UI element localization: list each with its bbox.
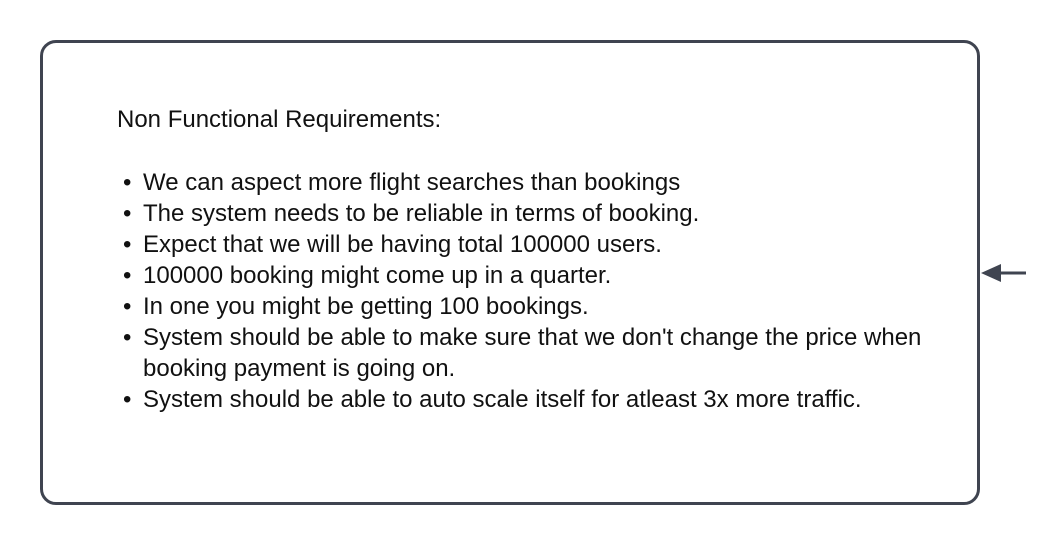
connector-arrowhead — [981, 264, 1001, 282]
list-item: • System should be able to auto scale it… — [123, 384, 943, 415]
bullet-icon: • — [123, 262, 132, 289]
list-item: • We can aspect more flight searches tha… — [123, 167, 943, 198]
requirements-list: • We can aspect more flight searches tha… — [123, 167, 943, 415]
bullet-icon: • — [123, 324, 132, 351]
requirement-text: 100000 booking might come up in a quarte… — [143, 262, 612, 289]
list-item: • Expect that we will be having total 10… — [123, 229, 943, 260]
arrow-left-icon[interactable] — [980, 262, 1030, 284]
requirement-text: System should be able to auto scale itse… — [143, 386, 862, 413]
list-item: • The system needs to be reliable in ter… — [123, 198, 943, 229]
requirement-text: Expect that we will be having total 1000… — [143, 231, 662, 258]
list-item: • In one you might be getting 100 bookin… — [123, 291, 943, 322]
requirement-text: System should be able to make sure that … — [143, 324, 922, 382]
list-item: • System should be able to make sure tha… — [123, 322, 943, 384]
bullet-icon: • — [123, 169, 132, 196]
card-title: Non Functional Requirements: — [117, 106, 442, 133]
requirements-card[interactable]: Non Functional Requirements: • We can as… — [40, 40, 980, 505]
requirement-text: We can aspect more flight searches than … — [143, 169, 681, 196]
requirement-text: In one you might be getting 100 bookings… — [143, 293, 589, 320]
list-item: • 100000 booking might come up in a quar… — [123, 260, 943, 291]
bullet-icon: • — [123, 200, 132, 227]
bullet-icon: • — [123, 386, 132, 413]
bullet-icon: • — [123, 231, 132, 258]
requirement-text: The system needs to be reliable in terms… — [143, 200, 700, 227]
bullet-icon: • — [123, 293, 132, 320]
